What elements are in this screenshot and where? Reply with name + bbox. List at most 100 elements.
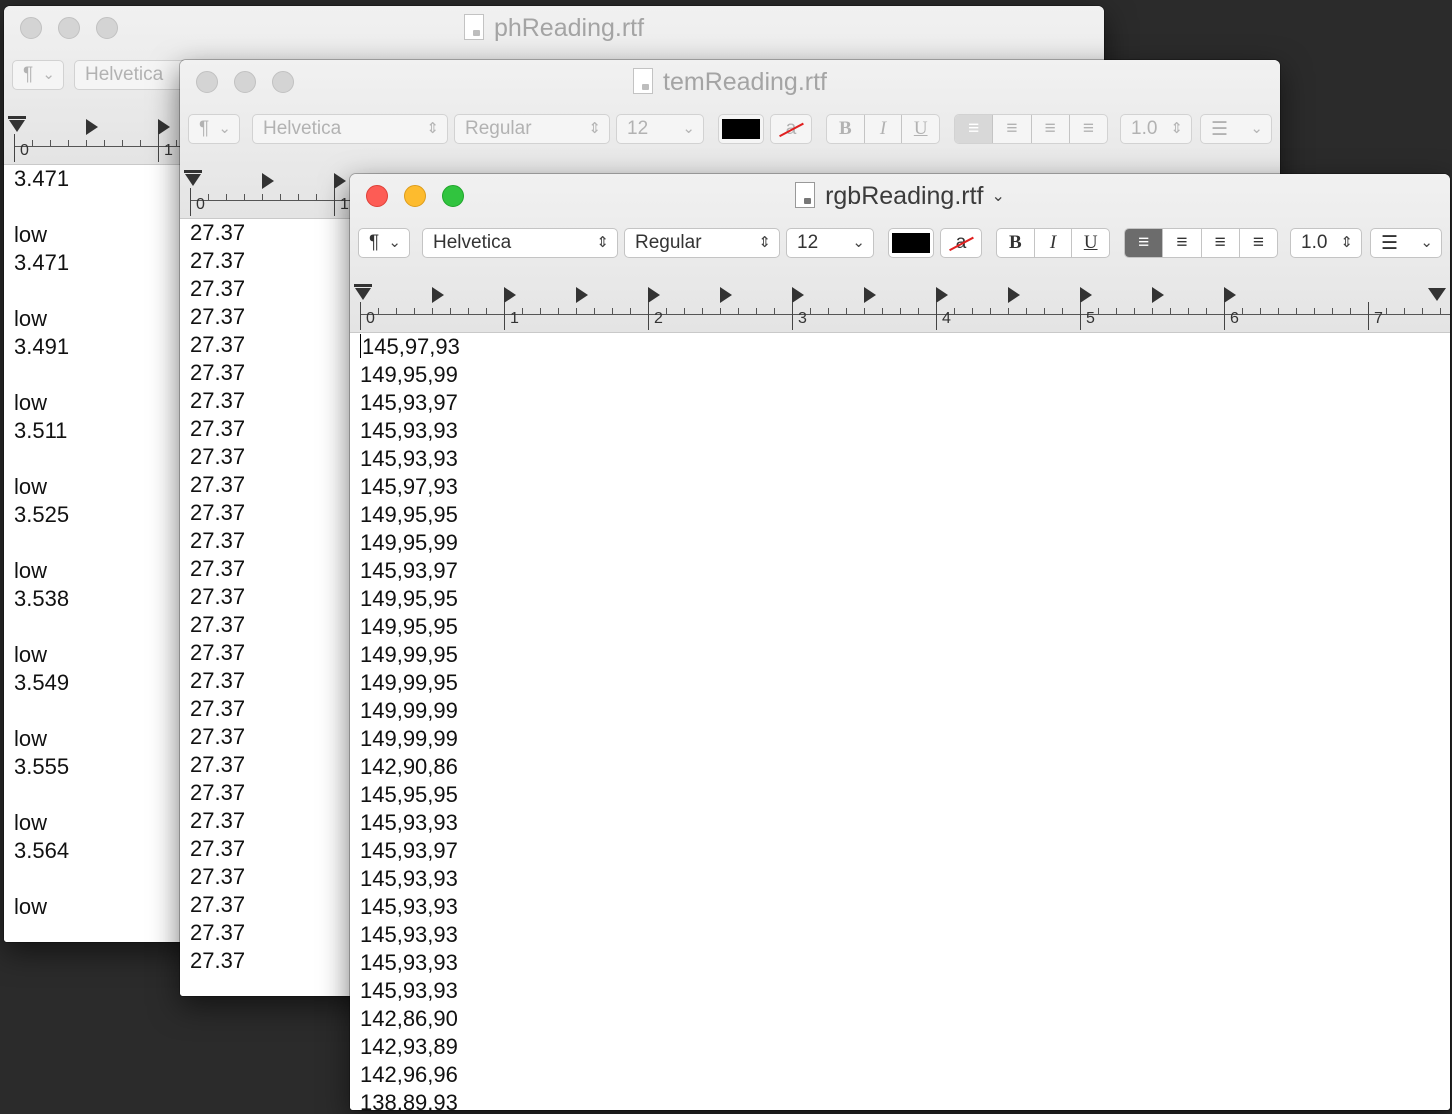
rgb-line-spacing-select[interactable]: 1.0 ⇕ bbox=[1290, 228, 1362, 258]
rgb-text-color-well[interactable] bbox=[888, 228, 934, 258]
rgb-font-family-select[interactable]: Helvetica ⇕ bbox=[422, 228, 618, 258]
rgb-list-bullets-button[interactable]: ☰ ⌄ bbox=[1370, 228, 1442, 258]
tem-style-buttons: B I U bbox=[826, 114, 940, 144]
tab-stop-marker[interactable] bbox=[504, 287, 516, 303]
ph-paragraph-styles-button[interactable]: ¶ ⌄ bbox=[12, 60, 64, 90]
text-line: 145,93,93 bbox=[360, 866, 458, 891]
align-center-icon[interactable]: ≡ bbox=[1163, 229, 1202, 257]
right-margin-marker[interactable] bbox=[1428, 288, 1446, 301]
text-line: 142,93,89 bbox=[360, 1034, 458, 1059]
text-line: 149,95,95 bbox=[360, 586, 458, 611]
tem-italic-button[interactable]: I bbox=[865, 115, 903, 143]
tab-stop-marker[interactable] bbox=[1224, 287, 1236, 303]
rgb-titlebar[interactable]: rgbReading.rtf ⌄ bbox=[350, 174, 1450, 218]
rgb-line-spacing-value: 1.0 bbox=[1301, 232, 1328, 253]
ph-title-text: phReading.rtf bbox=[493, 14, 645, 42]
rgb-font-size-combo[interactable]: 12 ⌄ bbox=[786, 228, 874, 258]
text-caret bbox=[360, 334, 361, 358]
ruler-number: 4 bbox=[942, 310, 951, 327]
ruler-number: 3 bbox=[798, 310, 807, 327]
up-down-arrows-icon: ⇕ bbox=[1170, 120, 1183, 137]
ph-window-title: phReading.rtf bbox=[4, 14, 1104, 43]
chevron-down-icon: ⌄ bbox=[42, 66, 55, 83]
tab-stop-marker[interactable] bbox=[720, 287, 732, 303]
tem-font-size-value: 12 bbox=[627, 118, 649, 139]
tem-bold-button[interactable]: B bbox=[827, 115, 865, 143]
left-margin-marker[interactable] bbox=[8, 116, 26, 132]
tab-stop-marker[interactable] bbox=[792, 287, 804, 303]
tem-line-spacing-value: 1.0 bbox=[1131, 118, 1158, 139]
rgb-underline-button[interactable]: U bbox=[1072, 229, 1109, 257]
tab-stop-marker[interactable] bbox=[576, 287, 588, 303]
align-left-icon[interactable]: ≡ bbox=[1125, 229, 1164, 257]
ph-titlebar[interactable]: phReading.rtf bbox=[4, 6, 1104, 50]
tab-stop-marker[interactable] bbox=[1080, 287, 1092, 303]
text-line: 145,93,97 bbox=[360, 558, 458, 583]
tem-font-family-value: Helvetica bbox=[263, 118, 342, 139]
ph-font-family-select[interactable]: Helvetica bbox=[74, 60, 194, 90]
chevron-down-icon: ⌄ bbox=[388, 234, 401, 251]
ph-font-family-value: Helvetica bbox=[85, 64, 164, 85]
text-line: 145,93,93 bbox=[360, 950, 458, 975]
tem-paragraph-styles-button[interactable]: ¶ ⌄ bbox=[188, 114, 240, 144]
tab-stop-marker[interactable] bbox=[648, 287, 660, 303]
tem-titlebar[interactable]: temReading.rtf bbox=[180, 60, 1280, 104]
tem-font-size-combo[interactable]: 12 ⌄ bbox=[616, 114, 704, 144]
text-line: 145,93,93 bbox=[360, 978, 458, 1003]
tem-line-spacing-select[interactable]: 1.0 ⇕ bbox=[1120, 114, 1192, 144]
text-line: 145,95,95 bbox=[360, 782, 458, 807]
ruler-number: 7 bbox=[1374, 310, 1383, 327]
left-margin-marker[interactable] bbox=[354, 284, 372, 300]
tab-stop-marker[interactable] bbox=[936, 287, 948, 303]
tab-stop-marker[interactable] bbox=[864, 287, 876, 303]
rgb-alignment-buttons: ≡ ≡ ≡ ≡ bbox=[1124, 228, 1278, 258]
text-line: 149,99,99 bbox=[360, 726, 458, 751]
rgb-ruler[interactable]: 0 1 2 3 4 5 6 7 bbox=[350, 272, 1450, 332]
tab-stop-marker[interactable] bbox=[1008, 287, 1020, 303]
text-line: 142,86,90 bbox=[360, 1006, 458, 1031]
rgb-window-title[interactable]: rgbReading.rtf ⌄ bbox=[350, 182, 1450, 211]
rgb-italic-button[interactable]: I bbox=[1035, 229, 1073, 257]
align-center-icon[interactable]: ≡ bbox=[993, 115, 1032, 143]
tem-typeface-select[interactable]: Regular ⇕ bbox=[454, 114, 610, 144]
tem-highlight-color-well[interactable]: a bbox=[770, 114, 812, 144]
text-line: 145,93,93 bbox=[360, 810, 458, 835]
tab-stop-marker[interactable] bbox=[262, 173, 274, 189]
tem-font-family-select[interactable]: Helvetica ⇕ bbox=[252, 114, 448, 144]
ruler-inch-marks bbox=[360, 302, 1450, 332]
ruler-number: 1 bbox=[340, 196, 349, 213]
color-swatch bbox=[722, 119, 760, 139]
left-margin-marker[interactable] bbox=[184, 170, 202, 186]
chevron-down-icon: ⌄ bbox=[682, 120, 695, 137]
align-right-icon[interactable]: ≡ bbox=[1202, 229, 1240, 257]
tab-stop-marker[interactable] bbox=[86, 119, 98, 135]
align-justify-icon[interactable]: ≡ bbox=[1240, 229, 1277, 257]
rgb-font-size-value: 12 bbox=[797, 232, 819, 253]
tab-stop-marker[interactable] bbox=[432, 287, 444, 303]
rgb-reading-window[interactable]: rgbReading.rtf ⌄ ¶ ⌄ Helvetica ⇕ Regular ⇕ 1… bbox=[350, 174, 1450, 1110]
rgb-toolbar: ¶ ⌄ Helvetica ⇕ Regular ⇕ 12 ⌄ a B I U ≡… bbox=[358, 228, 1442, 258]
align-right-icon[interactable]: ≡ bbox=[1032, 115, 1070, 143]
tem-underline-button[interactable]: U bbox=[902, 115, 939, 143]
no-highlight-icon: a bbox=[955, 232, 967, 253]
align-justify-icon[interactable]: ≡ bbox=[1070, 115, 1107, 143]
align-left-icon[interactable]: ≡ bbox=[955, 115, 994, 143]
pilcrow-icon: ¶ bbox=[369, 232, 380, 253]
text-line: 145,97,93 bbox=[360, 333, 1450, 361]
text-line: 145,93,97 bbox=[360, 838, 458, 863]
rgb-typeface-select[interactable]: Regular ⇕ bbox=[624, 228, 780, 258]
tab-stop-marker[interactable] bbox=[158, 119, 170, 135]
no-highlight-icon: a bbox=[785, 118, 797, 139]
tem-text-color-well[interactable] bbox=[718, 114, 764, 144]
tab-stop-marker[interactable] bbox=[1152, 287, 1164, 303]
tab-stop-marker[interactable] bbox=[334, 173, 346, 189]
rgb-paragraph-styles-button[interactable]: ¶ ⌄ bbox=[358, 228, 410, 258]
tem-window-title: temReading.rtf bbox=[180, 68, 1280, 97]
rgb-bold-button[interactable]: B bbox=[997, 229, 1035, 257]
tem-list-bullets-button[interactable]: ☰ ⌄ bbox=[1200, 114, 1272, 144]
rgb-text-area[interactable]: 145,97,93 149,95,99 145,93,97 145,93,93 … bbox=[350, 333, 1450, 1110]
chevron-down-icon[interactable]: ⌄ bbox=[992, 188, 1005, 205]
text-line: 149,95,99 bbox=[360, 362, 458, 387]
rgb-highlight-color-well[interactable]: a bbox=[940, 228, 982, 258]
text-line: 145,93,93 bbox=[360, 894, 458, 919]
